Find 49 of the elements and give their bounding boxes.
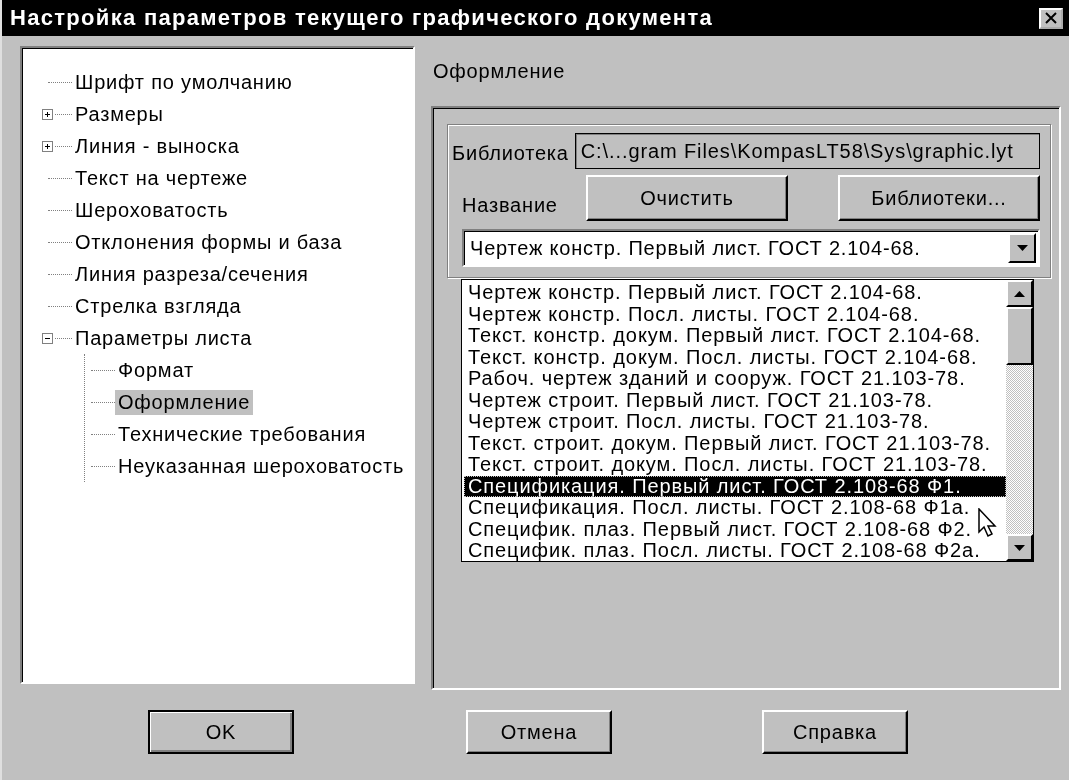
tree-item[interactable]: Шероховатость [72, 197, 232, 223]
dropdown-option[interactable]: Текст. констр. докум. Первый лист. ГОСТ 2.104-68. [464, 325, 1006, 347]
tree-item[interactable]: Оформление [115, 389, 254, 415]
tree-item[interactable]: Параметры листа [72, 325, 256, 351]
library-label: Библиотека [452, 142, 569, 166]
dropdown-option[interactable]: Спецификация. Посл. листы. ГОСТ 2.108-68 Ф1а. [464, 497, 1006, 519]
dropdown-option[interactable]: Текст. строит. докум. Посл. листы. ГОСТ 21.103-78. [464, 454, 1006, 476]
down-arrow-icon [1014, 544, 1025, 551]
scroll-down-button[interactable] [1006, 534, 1033, 561]
close-icon [1044, 12, 1058, 24]
dropdown-option[interactable]: Рабоч. чертеж зданий и сооруж. ГОСТ 21.103-78. [464, 368, 1006, 390]
close-button[interactable] [1039, 7, 1063, 29]
tree-item[interactable]: Стрелка взгляда [72, 293, 245, 319]
help-button[interactable]: Справка [762, 710, 908, 754]
libraries-button[interactable]: Библиотеки... [838, 175, 1040, 221]
up-arrow-icon [1014, 290, 1025, 297]
tree-item[interactable]: Линия - выноска [72, 133, 243, 159]
tree-item[interactable]: Формат [115, 357, 197, 383]
tree-item[interactable]: Неуказанная шероховатость [115, 453, 408, 479]
dropdown-button[interactable] [1008, 233, 1036, 263]
dropdown-option[interactable]: Текст. констр. докум. Посл. листы. ГОСТ 2.104-68. [464, 346, 1006, 368]
scroll-up-button[interactable] [1006, 280, 1033, 307]
tree-item[interactable]: Шрифт по умолчанию [72, 69, 296, 95]
dropdown-option[interactable]: Чертеж строит. Первый лист. ГОСТ 21.103-78. [464, 389, 1006, 411]
section-title: Оформление [432, 59, 567, 84]
cancel-button[interactable]: Отмена [466, 710, 612, 754]
scroll-thumb[interactable] [1006, 307, 1033, 365]
tree-item[interactable]: Размеры [72, 101, 167, 127]
caret-icon [1016, 245, 1028, 251]
dropdown-option[interactable]: Специфик. плаз. Посл. листы. ГОСТ 2.108-68 Ф2а. [464, 540, 1006, 561]
expander-icon[interactable] [42, 140, 53, 152]
dropdown-option[interactable]: Чертеж констр. Первый лист. ГОСТ 2.104-68. [464, 282, 1006, 304]
window-title: Настройка параметров текущего графического документа [10, 5, 713, 31]
dropdown-option[interactable]: Спецификация. Первый лист. ГОСТ 2.108-68 Ф1. [464, 475, 1006, 497]
library-path-field[interactable]: C:\...gram Files\KompasLT58\Sys\graphic.lyt [574, 133, 1040, 169]
tree-item[interactable]: Текст на чертеже [72, 165, 251, 191]
expander-icon[interactable] [42, 332, 53, 344]
tree-item[interactable]: Линия разреза/сечения [72, 261, 312, 287]
clear-button[interactable]: Очистить [586, 175, 788, 221]
name-dropdown[interactable]: Чертеж констр. Первый лист. ГОСТ 2.104-68. [462, 229, 1040, 267]
ok-button[interactable]: OK [148, 710, 294, 754]
expander-icon[interactable] [42, 108, 53, 120]
tree-item[interactable]: Технические требования [115, 421, 370, 447]
dropdown-option[interactable]: Текст. строит. докум. Первый лист. ГОСТ 21.103-78. [464, 432, 1006, 454]
dropdown-option[interactable]: Специфик. плаз. Первый лист. ГОСТ 2.108-68 Ф2. [464, 518, 1006, 540]
dropdown-option[interactable]: Чертеж констр. Посл. листы. ГОСТ 2.104-68. [464, 303, 1006, 325]
tree-item[interactable]: Отклонения формы и база [72, 229, 346, 255]
dropdown-option[interactable]: Чертеж строит. Посл. листы. ГОСТ 21.103-78. [464, 411, 1006, 433]
name-label: Название [461, 194, 559, 218]
